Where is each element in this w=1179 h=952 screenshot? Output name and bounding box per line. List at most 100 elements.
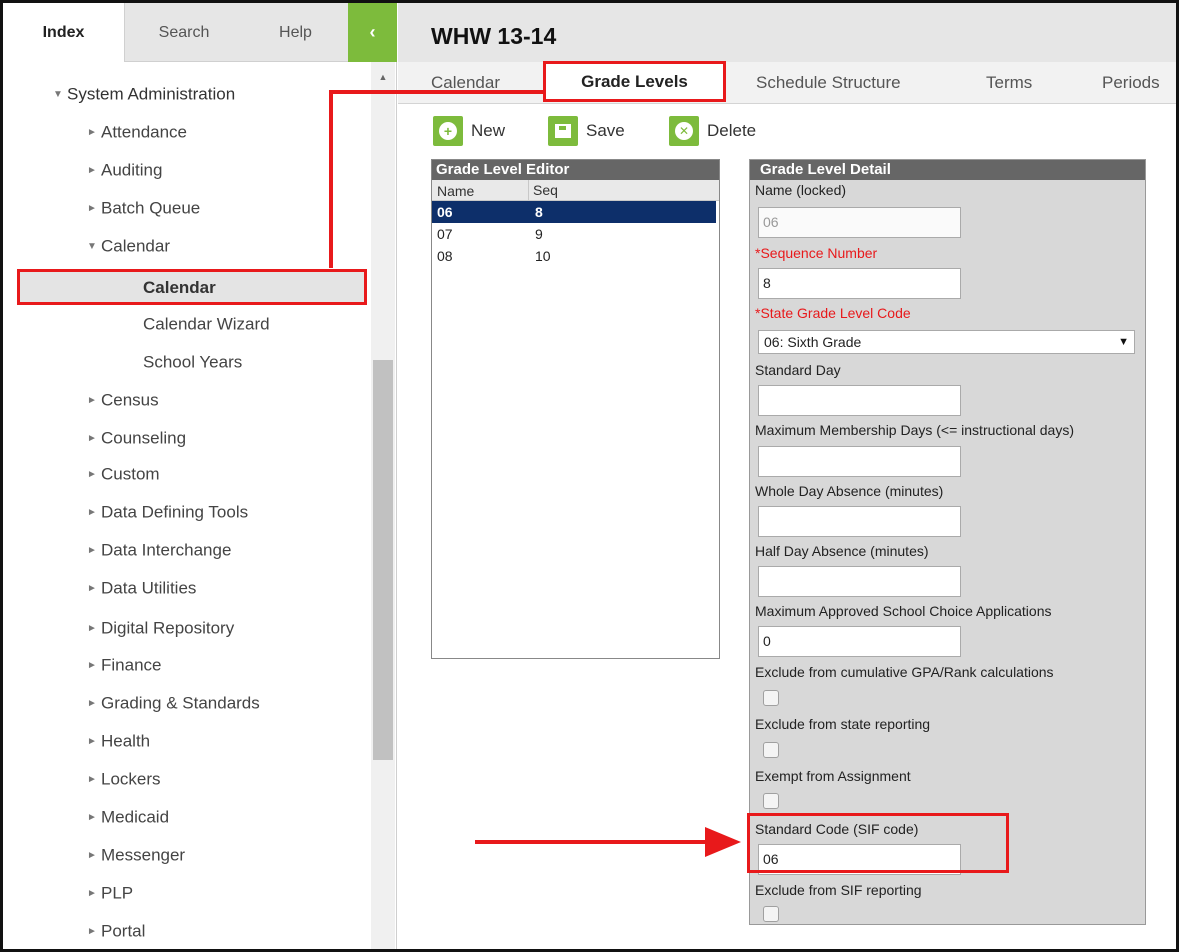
sif-code-highlight-box [747, 813, 1009, 873]
triangle-right-icon: ► [87, 544, 97, 556]
tree-node-custom[interactable]: ► Custom [87, 456, 160, 492]
state-grade-level-code-label: *State Grade Level Code [755, 305, 911, 321]
exclude-sif-reporting-checkbox[interactable] [763, 906, 779, 922]
name-label: Name (locked) [755, 182, 847, 198]
standard-day-label: Standard Day [755, 362, 841, 378]
exclude-gpa-checkbox[interactable] [763, 690, 779, 706]
dropdown-arrow-icon: ▼ [1118, 336, 1129, 348]
editor-table-header: Name Seq [432, 180, 719, 201]
detail-title: Grade Level Detail [750, 160, 1145, 180]
tree-node-plp[interactable]: ► PLP [87, 875, 133, 911]
exempt-from-assignment-checkbox[interactable] [763, 793, 779, 809]
tree-node-messenger[interactable]: ► Messenger [87, 837, 185, 873]
tree-node-lockers[interactable]: ► Lockers [87, 761, 161, 797]
triangle-right-icon: ► [87, 202, 97, 214]
navigation-tree: ▼ System Administration ► Attendance ► Audi… [3, 62, 371, 949]
max-membership-days-label: Maximum Membership Days (<= instructiona… [755, 422, 1074, 438]
column-header-seq[interactable]: Seq [528, 180, 558, 201]
exclude-state-reporting-label: Exclude from state reporting [755, 716, 931, 732]
save-button[interactable]: Save [548, 111, 625, 151]
tree-node-health[interactable]: ► Health [87, 723, 150, 759]
exclude-gpa-label: Exclude from cumulative GPA/Rank calcula… [755, 664, 1054, 680]
scrollbar-thumb[interactable] [373, 360, 393, 760]
sequence-number-label: *Sequence Number [755, 245, 878, 261]
triangle-right-icon: ► [87, 811, 97, 823]
triangle-right-icon: ► [87, 394, 97, 406]
exclude-state-reporting-checkbox[interactable] [763, 742, 779, 758]
half-day-absence-field[interactable] [758, 566, 961, 597]
tree-node-system-administration[interactable]: ▼ System Administration [53, 76, 235, 112]
tree-node-finance[interactable]: ► Finance [87, 647, 161, 683]
tab-terms[interactable]: Terms [986, 62, 1032, 104]
plus-icon: + [433, 115, 463, 146]
grade-level-editor: Grade Level Editor Name Seq 06 8 07 9 08… [431, 159, 720, 659]
triangle-right-icon: ► [87, 164, 97, 176]
tree-node-batch-queue[interactable]: ► Batch Queue [87, 190, 200, 226]
annotation-connector-vertical [329, 90, 333, 268]
tree-item-calendar-selected[interactable]: Calendar [17, 269, 367, 305]
main-content: WHW 13-14 Calendar Grade Levels Schedule… [398, 3, 1176, 949]
triangle-right-icon: ► [87, 622, 97, 634]
triangle-right-icon: ► [87, 925, 97, 937]
grade-level-detail: Grade Level Detail Name (locked) 06 *Seq… [749, 159, 1146, 925]
tab-help[interactable]: Help [243, 3, 348, 62]
tree-node-medicaid[interactable]: ► Medicaid [87, 799, 169, 835]
triangle-right-icon: ► [87, 887, 97, 899]
tab-search[interactable]: Search [125, 3, 243, 62]
tree-node-attendance[interactable]: ► Attendance [87, 114, 187, 150]
editor-title: Grade Level Editor [432, 160, 719, 180]
tree-node-data-interchange[interactable]: ► Data Interchange [87, 532, 231, 568]
triangle-right-icon: ► [87, 773, 97, 785]
chevron-left-icon: ‹ [369, 22, 376, 42]
new-button[interactable]: + New [433, 111, 505, 151]
column-header-name[interactable]: Name [437, 183, 474, 199]
max-school-choice-field[interactable]: 0 [758, 626, 961, 657]
state-grade-level-code-select[interactable]: 06: Sixth Grade ▼ [758, 330, 1135, 354]
triangle-right-icon: ► [87, 468, 97, 480]
tree-node-calendar[interactable]: ▼ Calendar [87, 228, 170, 264]
triangle-right-icon: ► [87, 659, 97, 671]
sequence-number-field[interactable]: 8 [758, 268, 961, 299]
tab-index[interactable]: Index [3, 3, 125, 62]
tree-item-school-years[interactable]: School Years [143, 344, 242, 380]
tree-item-calendar-wizard[interactable]: Calendar Wizard [143, 306, 270, 342]
action-toolbar: + New Save ✕ Delete [398, 111, 1176, 151]
page-header: WHW 13-14 [398, 3, 1176, 62]
left-navigation-panel: Index Search Help ‹ ▼ System Administrati… [3, 3, 397, 949]
tree-node-counseling[interactable]: ► Counseling [87, 420, 186, 456]
table-row[interactable]: 08 10 [432, 245, 719, 267]
whole-day-absence-field[interactable] [758, 506, 961, 537]
exempt-from-assignment-label: Exempt from Assignment [755, 768, 911, 784]
tree-node-auditing[interactable]: ► Auditing [87, 152, 162, 188]
delete-x-icon: ✕ [669, 115, 699, 146]
tab-calendar[interactable]: Calendar [431, 62, 500, 104]
max-membership-days-field[interactable] [758, 446, 961, 477]
exclude-sif-reporting-label: Exclude from SIF reporting [755, 882, 922, 898]
triangle-right-icon: ► [87, 432, 97, 444]
floppy-disk-icon [548, 115, 578, 146]
scroll-up-icon[interactable]: ▲ [371, 72, 395, 86]
triangle-right-icon: ► [87, 506, 97, 518]
triangle-right-icon: ► [87, 735, 97, 747]
annotation-arrow-icon [475, 827, 741, 857]
max-school-choice-label: Maximum Approved School Choice Applicati… [755, 603, 1052, 619]
standard-day-field[interactable] [758, 385, 961, 416]
tab-periods[interactable]: Periods [1102, 62, 1160, 104]
table-row[interactable]: 06 8 [432, 201, 716, 223]
tree-node-data-utilities[interactable]: ► Data Utilities [87, 570, 196, 606]
half-day-absence-label: Half Day Absence (minutes) [755, 543, 929, 559]
collapse-panel-button[interactable]: ‹ [348, 3, 397, 62]
tree-node-census[interactable]: ► Census [87, 382, 159, 418]
tab-grade-levels[interactable]: Grade Levels [543, 61, 726, 102]
tree-node-data-defining-tools[interactable]: ► Data Defining Tools [87, 494, 248, 530]
triangle-down-icon: ▼ [87, 240, 97, 252]
tree-scrollbar[interactable]: ▲ [371, 62, 395, 949]
tree-node-digital-repository[interactable]: ► Digital Repository [87, 610, 234, 646]
tab-schedule-structure[interactable]: Schedule Structure [756, 62, 901, 104]
delete-button[interactable]: ✕ Delete [669, 111, 756, 151]
tree-node-grading-standards[interactable]: ► Grading & Standards [87, 685, 260, 721]
name-field: 06 [758, 207, 961, 238]
tree-node-portal[interactable]: ► Portal [87, 913, 145, 949]
app-window: Index Search Help ‹ ▼ System Administrati… [0, 0, 1179, 952]
table-row[interactable]: 07 9 [432, 223, 719, 245]
